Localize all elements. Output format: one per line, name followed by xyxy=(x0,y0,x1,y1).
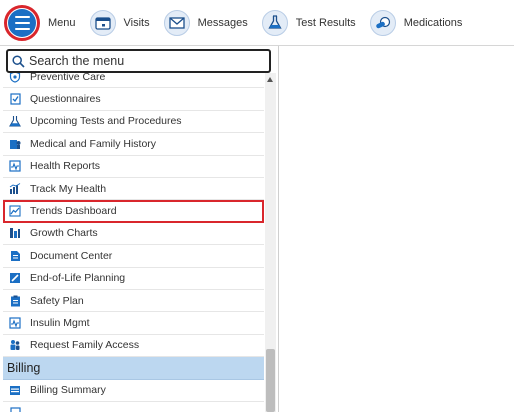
search-placeholder: Search the menu xyxy=(29,54,125,68)
test-results-label: Test Results xyxy=(295,16,356,29)
flask-icon xyxy=(9,115,21,128)
messages-label: Messages xyxy=(197,16,248,29)
menu-item-label: Health Reports xyxy=(30,160,101,173)
medications-button[interactable]: Medications xyxy=(364,0,471,46)
menu-item-label: End-of-Life Planning xyxy=(30,272,126,285)
menu-list: Preventive Care Questionnaires Upcoming … xyxy=(3,73,264,412)
menu-item-label: Billing Summary xyxy=(30,384,106,397)
billing-icon xyxy=(9,384,21,396)
menu-item-label: Track My Health xyxy=(30,182,107,195)
menu-item-label: Safety Plan xyxy=(30,294,84,307)
menu-item-label: Medical and Family History xyxy=(30,137,157,150)
test-results-button[interactable]: Test Results xyxy=(256,0,364,46)
pill-icon xyxy=(369,9,396,36)
menu-item-request-family-access[interactable]: Request Family Access xyxy=(3,335,264,358)
menu-item-safety-plan[interactable]: Safety Plan xyxy=(3,290,264,313)
menu-item-label: Document Center xyxy=(30,249,113,262)
menu-item-label: Request Family Access xyxy=(30,339,140,352)
document-icon xyxy=(9,407,21,412)
menu-item-preventive-care[interactable]: Preventive Care xyxy=(3,73,264,89)
menu-item-label: Upcoming Tests and Procedures xyxy=(30,115,182,128)
menu-item-health-reports[interactable]: Health Reports xyxy=(3,156,264,178)
scroll-up-arrow-icon[interactable] xyxy=(267,77,273,82)
checklist-icon xyxy=(9,93,21,105)
search-icon xyxy=(12,54,25,68)
menu-item-label: Insulin Mgmt xyxy=(30,317,90,330)
menu-item-medical-family-history[interactable]: Medical and Family History xyxy=(3,133,264,156)
menu-item-partial[interactable] xyxy=(3,402,264,412)
envelope-icon xyxy=(163,9,190,36)
menu-item-trends-dashboard[interactable]: Trends Dashboard xyxy=(3,200,264,223)
billing-section-header[interactable]: Billing xyxy=(3,357,264,380)
menu-item-label: Questionnaires xyxy=(30,93,101,106)
menu-item-growth-charts[interactable]: Growth Charts xyxy=(3,223,264,246)
menu-item-label: Trends Dashboard xyxy=(30,205,117,218)
menu-button[interactable]: Menu xyxy=(0,0,84,46)
menu-item-insulin-mgmt[interactable]: Insulin Mgmt xyxy=(3,312,264,335)
flask-icon xyxy=(261,9,288,36)
scroll-thumb[interactable] xyxy=(266,349,275,412)
shield-icon xyxy=(9,73,21,83)
section-label: Billing xyxy=(7,360,41,375)
bar-chart-icon xyxy=(9,182,21,195)
pulse-icon xyxy=(9,160,21,172)
menu-scrollbar[interactable] xyxy=(265,73,276,412)
family-icon xyxy=(9,138,21,150)
menu-item-document-center[interactable]: Document Center xyxy=(3,245,264,268)
clipboard-icon xyxy=(9,295,21,307)
hamburger-icon xyxy=(8,8,36,37)
search-input[interactable]: Search the menu xyxy=(6,49,271,73)
messages-button[interactable]: Messages xyxy=(158,0,256,46)
pencil-icon xyxy=(9,272,21,284)
top-toolbar: Menu Visits Messages Test Results Medica… xyxy=(0,0,514,46)
main-content-area xyxy=(280,46,514,412)
menu-item-track-my-health[interactable]: Track My Health xyxy=(3,178,264,201)
menu-item-billing-summary[interactable]: Billing Summary xyxy=(3,380,264,402)
menu-item-label: Growth Charts xyxy=(30,227,98,240)
growth-chart-icon xyxy=(9,227,21,239)
menu-item-label: Preventive Care xyxy=(30,73,106,83)
trend-line-icon xyxy=(9,205,21,217)
medications-label: Medications xyxy=(403,16,463,29)
menu-item-questionnaires[interactable]: Questionnaires xyxy=(3,88,264,111)
visits-button[interactable]: Visits xyxy=(84,0,158,46)
menu-item-end-of-life-planning[interactable]: End-of-Life Planning xyxy=(3,268,264,290)
calendar-icon xyxy=(89,9,116,36)
pulse-icon xyxy=(9,317,21,329)
menu-label: Menu xyxy=(48,16,76,29)
people-icon xyxy=(9,339,21,351)
visits-label: Visits xyxy=(123,16,150,29)
menu-item-upcoming-tests[interactable]: Upcoming Tests and Procedures xyxy=(3,111,264,134)
menu-panel: Search the menu Preventive Care Question… xyxy=(0,46,279,412)
menu-highlight-ring xyxy=(4,4,40,41)
document-icon xyxy=(9,250,21,262)
